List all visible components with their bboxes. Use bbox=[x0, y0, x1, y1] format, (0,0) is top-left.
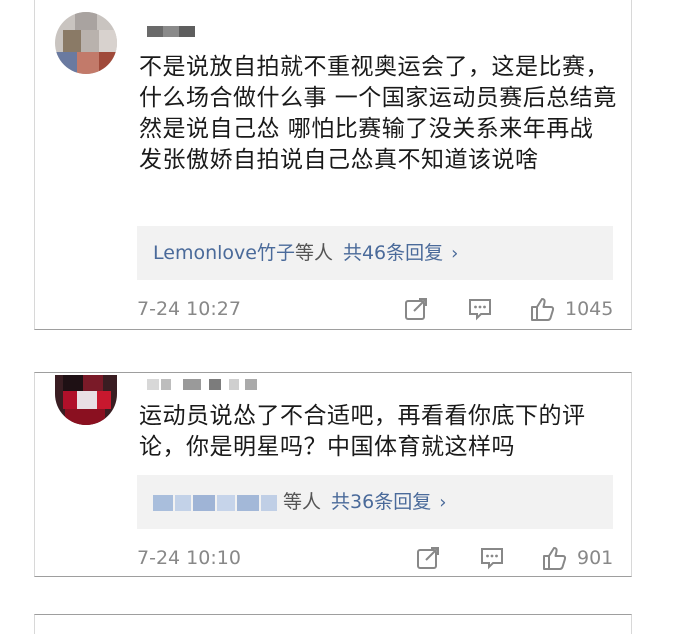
comment-card bbox=[34, 614, 632, 634]
reply-by-label: 等人 bbox=[294, 242, 333, 264]
username-blurred[interactable] bbox=[147, 379, 265, 390]
timestamp: 7-24 10:10 bbox=[137, 547, 241, 569]
share-icon[interactable] bbox=[403, 296, 429, 322]
comment-text: 不是说放自拍就不重视奥运会了，这是比赛，什么场合做什么事 一个国家运动员赛后总结… bbox=[139, 54, 617, 173]
comment-meta: 7-24 10:10 901 bbox=[137, 543, 613, 573]
avatar[interactable] bbox=[55, 375, 117, 425]
replies-preview[interactable]: Lemonlove竹子等人 共46条回复 › bbox=[137, 226, 613, 280]
reply-count-link[interactable]: 共46条回复 bbox=[343, 242, 443, 264]
reply-by-label: 等人 bbox=[283, 491, 322, 513]
comment-text: 运动员说怂了不合适吧，再看看你底下的评论，你是明星吗？中国体育就这样吗 bbox=[139, 403, 586, 460]
comment-icon[interactable] bbox=[479, 545, 505, 571]
like-icon[interactable] bbox=[541, 545, 567, 571]
like-icon[interactable] bbox=[529, 296, 555, 322]
comment-icon[interactable] bbox=[467, 296, 493, 322]
chevron-right-icon: › bbox=[451, 243, 459, 264]
comment-meta: 7-24 10:27 1045 bbox=[137, 294, 613, 324]
timestamp: 7-24 10:27 bbox=[137, 298, 241, 320]
comment-card: 运动员说怂了不合适吧，再看看你底下的评论，你是明星吗？中国体育就这样吗 等人 共3… bbox=[34, 372, 632, 577]
reply-count-link[interactable]: 共36条回复 bbox=[331, 491, 431, 513]
reply-names-blurred[interactable] bbox=[153, 494, 279, 511]
avatar[interactable] bbox=[55, 12, 117, 74]
username-blurred[interactable] bbox=[147, 26, 195, 37]
share-icon[interactable] bbox=[415, 545, 441, 571]
chevron-right-icon: › bbox=[439, 492, 447, 513]
replies-preview[interactable]: 等人 共36条回复 › bbox=[137, 475, 613, 529]
like-count: 1045 bbox=[565, 298, 614, 320]
comment-card: 不是说放自拍就不重视奥运会了，这是比赛，什么场合做什么事 一个国家运动员赛后总结… bbox=[34, 0, 632, 330]
reply-names[interactable]: Lemonlove竹子 bbox=[153, 242, 295, 264]
like-count: 901 bbox=[577, 547, 614, 569]
